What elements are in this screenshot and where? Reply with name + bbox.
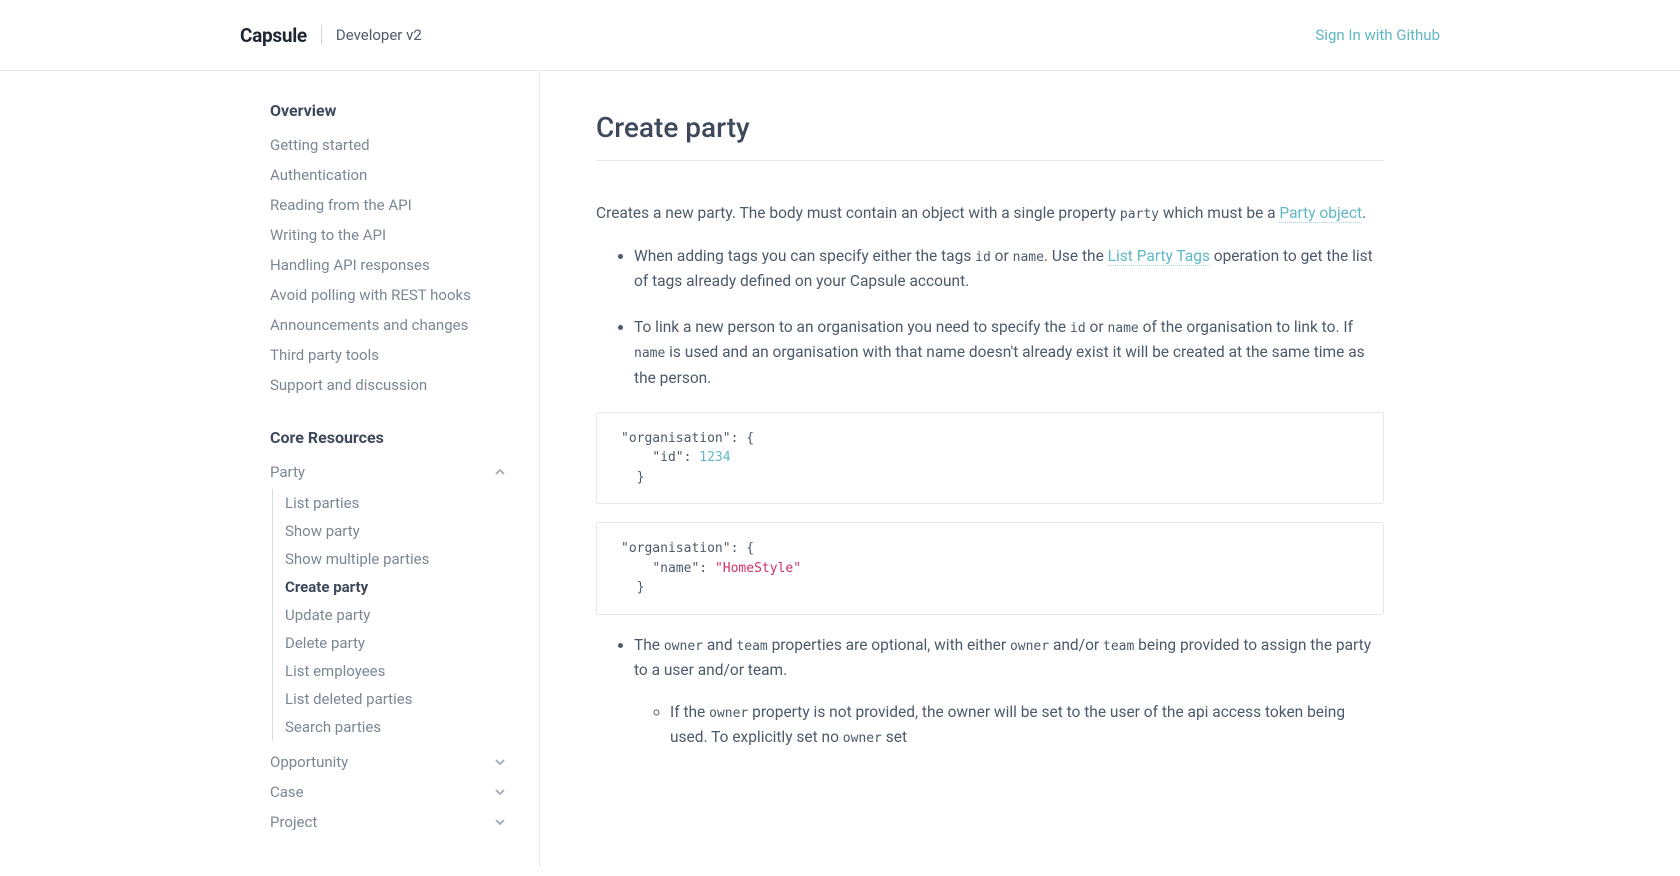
nav-announcements[interactable]: Announcements and changes bbox=[270, 310, 509, 340]
bullet-organisation: To link a new person to an organisation … bbox=[634, 315, 1384, 392]
brand-logo: Capsule bbox=[240, 24, 307, 47]
sidebar: Overview Getting started Authentication … bbox=[240, 71, 540, 867]
tok: "name" bbox=[652, 561, 699, 576]
nested-list-owner: If the owner property is not provided, t… bbox=[634, 700, 1384, 750]
sidebar-section-overview: Overview bbox=[270, 101, 509, 120]
intro-paragraph: Creates a new party. The body must conta… bbox=[596, 201, 1384, 226]
code-id: id bbox=[975, 250, 991, 265]
brand: Capsule Developer v2 bbox=[240, 24, 422, 47]
content: Creates a new party. The body must conta… bbox=[596, 201, 1384, 749]
code-team-2: team bbox=[1103, 639, 1134, 654]
chevron-down-icon bbox=[495, 757, 505, 767]
b3-a: The bbox=[634, 636, 664, 654]
nav-third-party[interactable]: Third party tools bbox=[270, 340, 509, 370]
bullet-tags: When adding tags you can specify either … bbox=[634, 244, 1384, 295]
chevron-down-icon bbox=[495, 817, 505, 827]
nav-party-label: Party bbox=[270, 463, 305, 481]
page-title: Create party bbox=[596, 111, 1384, 161]
intro-text-c: . bbox=[1362, 204, 1366, 222]
nav-party[interactable]: Party bbox=[270, 457, 509, 487]
intro-text-a: Creates a new party. The body must conta… bbox=[596, 204, 1120, 222]
nav-list-overview: Getting started Authentication Reading f… bbox=[270, 130, 509, 400]
subnav-list-parties[interactable]: List parties bbox=[285, 489, 509, 517]
b2-d: is used and an organisation with that na… bbox=[634, 343, 1365, 387]
nav-case[interactable]: Case bbox=[270, 777, 509, 807]
layout: Overview Getting started Authentication … bbox=[240, 71, 1440, 867]
n1-c: set bbox=[882, 728, 907, 746]
bullet-list-top: When adding tags you can specify either … bbox=[596, 244, 1384, 392]
nav-handling-responses[interactable]: Handling API responses bbox=[270, 250, 509, 280]
subnav-delete-party[interactable]: Delete party bbox=[285, 629, 509, 657]
subnav-show-party[interactable]: Show party bbox=[285, 517, 509, 545]
party-object-link[interactable]: Party object bbox=[1279, 204, 1362, 223]
nav-party-sublist: List parties Show party Show multiple pa… bbox=[272, 489, 509, 741]
nav-case-label: Case bbox=[270, 783, 304, 801]
nav-rest-hooks[interactable]: Avoid polling with REST hooks bbox=[270, 280, 509, 310]
b2-b: or bbox=[1086, 318, 1108, 336]
code-team: team bbox=[736, 639, 767, 654]
tok: "id" bbox=[652, 450, 683, 465]
code-block-org-name: "organisation": { "name": "HomeStyle" } bbox=[596, 522, 1384, 615]
header-inner: Capsule Developer v2 Sign In with Github bbox=[240, 24, 1440, 47]
nav-support[interactable]: Support and discussion bbox=[270, 370, 509, 400]
b3-d: and/or bbox=[1049, 636, 1103, 654]
subnav-show-multiple[interactable]: Show multiple parties bbox=[285, 545, 509, 573]
main-content: Create party Creates a new party. The bo… bbox=[540, 71, 1440, 867]
nav-project-label: Project bbox=[270, 813, 317, 831]
subnav-search-parties[interactable]: Search parties bbox=[285, 713, 509, 741]
nav-opportunity-label: Opportunity bbox=[270, 753, 348, 771]
nav-authentication[interactable]: Authentication bbox=[270, 160, 509, 190]
b2-a: To link a new person to an organisation … bbox=[634, 318, 1070, 336]
list-party-tags-link[interactable]: List Party Tags bbox=[1108, 247, 1210, 266]
brand-subtitle: Developer v2 bbox=[336, 26, 422, 44]
code-name: name bbox=[1013, 250, 1044, 265]
tok: "HomeStyle" bbox=[715, 561, 801, 576]
b1-a: When adding tags you can specify either … bbox=[634, 247, 975, 265]
subnav-list-deleted[interactable]: List deleted parties bbox=[285, 685, 509, 713]
nav-opportunity[interactable]: Opportunity bbox=[270, 747, 509, 777]
tok: "organisation" bbox=[621, 541, 731, 556]
code-party: party bbox=[1120, 207, 1159, 222]
bullet-owner: The owner and team properties are option… bbox=[634, 633, 1384, 750]
code-name-2: name bbox=[1107, 321, 1138, 336]
nav-getting-started[interactable]: Getting started bbox=[270, 130, 509, 160]
sidebar-section-core: Core Resources bbox=[270, 428, 509, 447]
nav-project[interactable]: Project bbox=[270, 807, 509, 837]
subnav-list-employees[interactable]: List employees bbox=[285, 657, 509, 685]
subnav-update-party[interactable]: Update party bbox=[285, 601, 509, 629]
intro-text-b: which must be a bbox=[1159, 204, 1279, 222]
brand-divider bbox=[321, 25, 322, 45]
code-block-org-id: "organisation": { "id": 1234 } bbox=[596, 412, 1384, 505]
nav-reading-api[interactable]: Reading from the API bbox=[270, 190, 509, 220]
code-owner-3: owner bbox=[709, 706, 748, 721]
nav-writing-api[interactable]: Writing to the API bbox=[270, 220, 509, 250]
code-owner: owner bbox=[664, 639, 703, 654]
chevron-up-icon bbox=[495, 467, 505, 477]
code-name-3: name bbox=[634, 346, 665, 361]
tok: "organisation" bbox=[621, 431, 731, 446]
tok: 1234 bbox=[699, 450, 730, 465]
code-owner-2: owner bbox=[1010, 639, 1049, 654]
b3-b: and bbox=[703, 636, 736, 654]
subnav-create-party[interactable]: Create party bbox=[285, 573, 509, 601]
signin-link[interactable]: Sign In with Github bbox=[1315, 26, 1440, 44]
n1-b: property is not provided, the owner will… bbox=[670, 703, 1345, 746]
b3-c: properties are optional, with either bbox=[768, 636, 1010, 654]
chevron-down-icon bbox=[495, 787, 505, 797]
nav-list-core: Party List parties Show party Show multi… bbox=[270, 457, 509, 837]
nested-owner-default: If the owner property is not provided, t… bbox=[670, 700, 1384, 750]
b2-c: of the organisation to link to. If bbox=[1139, 318, 1353, 336]
n1-a: If the bbox=[670, 703, 709, 721]
nav-party-sublist-container: List parties Show party Show multiple pa… bbox=[270, 489, 509, 741]
header: Capsule Developer v2 Sign In with Github bbox=[0, 0, 1680, 71]
bullet-list-owner: The owner and team properties are option… bbox=[596, 633, 1384, 750]
code-id-2: id bbox=[1070, 321, 1086, 336]
code-owner-4: owner bbox=[843, 731, 882, 746]
b1-b: or bbox=[991, 247, 1013, 265]
b1-c: . Use the bbox=[1044, 247, 1108, 265]
